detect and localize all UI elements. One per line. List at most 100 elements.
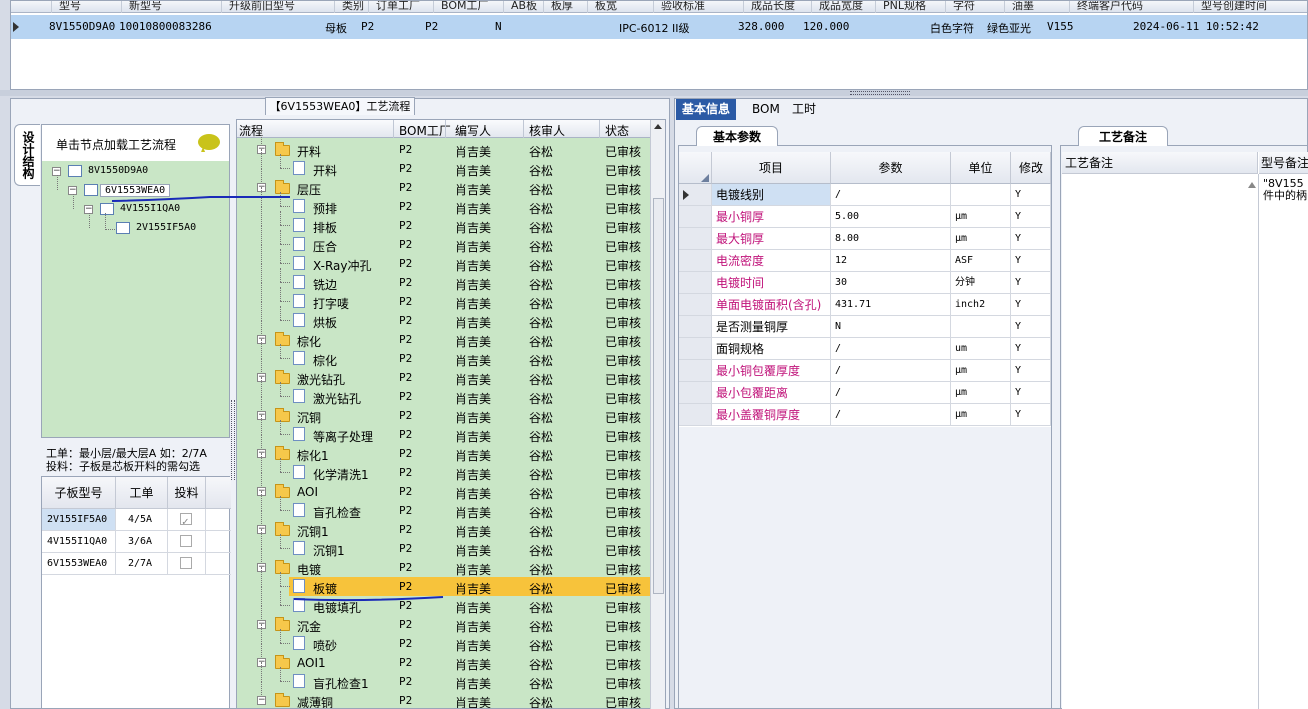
- process-row[interactable]: 激光钻孔 P2 肖吉美 谷松 已审核: [237, 368, 651, 387]
- param-unit: μm: [951, 228, 1011, 250]
- sub-row-feed-cell: [168, 553, 206, 575]
- tree-node-8V1550D9A0[interactable]: 8V1550D9A0: [88, 165, 148, 176]
- process-row[interactable]: 层压 P2 肖吉美 谷松 已审核: [237, 178, 651, 197]
- tree-connector: [261, 377, 262, 397]
- params-row[interactable]: 电镀时间 30 分钟 Y: [679, 272, 1051, 294]
- process-writer: 肖吉美: [455, 411, 492, 425]
- params-row[interactable]: 电镀线别 / Y: [679, 184, 1051, 206]
- sub-board-grid[interactable]: 子板型号工单投料 2V155IF5A04/5A4V155I1QA03/6A6V15…: [41, 476, 231, 709]
- process-row[interactable]: 棕化1 P2 肖吉美 谷松 已审核: [237, 444, 651, 463]
- tree-node-4V155I1QA0[interactable]: 4V155I1QA0: [120, 203, 180, 214]
- process-row[interactable]: AOI P2 肖吉美 谷松 已审核: [237, 482, 651, 501]
- scroll-thumb[interactable]: [653, 198, 664, 594]
- params-row[interactable]: 最小铜包覆厚度 / μm Y: [679, 360, 1051, 382]
- tree-connector: [280, 249, 281, 263]
- process-row[interactable]: 沉铜 P2 肖吉美 谷松 已审核: [237, 406, 651, 425]
- process-substep-name: 压合: [313, 240, 338, 254]
- tree-connector: [280, 472, 290, 473]
- tab-basic-params[interactable]: 基本参数: [696, 126, 778, 146]
- tree-connector: [261, 282, 262, 302]
- remark-grid[interactable]: 工艺备注 型号备注 "8V155 件中的柄: [1062, 152, 1308, 709]
- tree-connector: [280, 282, 290, 283]
- top-col-divider: [503, 1, 504, 13]
- process-row[interactable]: 电镀 P2 肖吉美 谷松 已审核: [237, 558, 651, 577]
- row-header: [679, 404, 712, 426]
- sub-row-order[interactable]: 2/7A: [116, 553, 168, 575]
- params-row[interactable]: 面铜规格 / um Y: [679, 338, 1051, 360]
- tab-basic-info[interactable]: 基本信息: [676, 99, 737, 120]
- sub-row-feed-cell: [168, 531, 206, 553]
- param-value[interactable]: 30: [831, 272, 951, 294]
- process-bom-factory: P2: [399, 371, 413, 384]
- params-grid[interactable]: 项目 参数 单位 修改 电镀线别 / Y 最小铜厚 5.00 μm Y 最大铜厚 8.00 μm Y 电流密度…: [679, 152, 1051, 427]
- scroll-up-icon[interactable]: [1248, 182, 1256, 188]
- folder-icon: [275, 484, 290, 498]
- process-expand-icon[interactable]: −: [257, 696, 266, 705]
- param-value[interactable]: /: [831, 184, 951, 206]
- process-status: 已审核: [605, 563, 642, 577]
- folder-icon: [275, 617, 290, 631]
- tree-connector: [261, 263, 262, 283]
- params-row[interactable]: 单面电镀面积(含孔) 431.71 inch2 Y: [679, 294, 1051, 316]
- param-value[interactable]: /: [831, 338, 951, 360]
- process-row[interactable]: 开料 P2 肖吉美 谷松 已审核: [237, 140, 651, 159]
- scroll-up-icon[interactable]: [654, 124, 662, 129]
- process-row[interactable]: AOI1 P2 肖吉美 谷松 已审核: [237, 653, 651, 672]
- folder-icon: [275, 142, 290, 156]
- params-row[interactable]: 电流密度 12 ASF Y: [679, 250, 1051, 272]
- sub-row-model[interactable]: 2V155IF5A0: [42, 509, 116, 531]
- sub-row-model[interactable]: 6V1553WEA0: [42, 553, 116, 575]
- process-substep-name: 铣边: [313, 278, 338, 292]
- params-row[interactable]: 最大铜厚 8.00 μm Y: [679, 228, 1051, 250]
- top-model-grid[interactable]: 型号 新型号 升级前旧型号 类别 订单工厂 BOM工厂 AB板 板厚 板宽 验收标准 成品长度 成品宽…: [10, 0, 1308, 90]
- top-grid-selected-row[interactable]: 8V1550D9A0 10010800083286 母板 P2 P2 N IPC…: [11, 15, 1307, 39]
- params-row[interactable]: 最小盖覆铜厚度 / μm Y: [679, 404, 1051, 426]
- params-row[interactable]: 是否测量铜厚 N Y: [679, 316, 1051, 338]
- feed-checkbox[interactable]: [180, 511, 192, 533]
- sub-row-order[interactable]: 4/5A: [116, 509, 168, 531]
- param-value[interactable]: /: [831, 404, 951, 426]
- tree-connector: [280, 643, 290, 644]
- feed-checkbox[interactable]: [180, 535, 192, 547]
- process-row[interactable]: 沉铜1 P2 肖吉美 谷松 已审核: [237, 520, 651, 539]
- tree-connector: [280, 420, 281, 434]
- process-col-divider: [445, 120, 446, 138]
- process-row[interactable]: 棕化 P2 肖吉美 谷松 已审核: [237, 330, 651, 349]
- param-value[interactable]: 8.00: [831, 228, 951, 250]
- process-row[interactable]: 沉金 P2 肖吉美 谷松 已审核: [237, 615, 651, 634]
- process-status: 已审核: [605, 240, 642, 254]
- process-row[interactable]: 板镀 P2 肖吉美 谷松 已审核: [289, 577, 651, 596]
- params-row[interactable]: 最小铜厚 5.00 μm Y: [679, 206, 1051, 228]
- tree-node-2V155IF5A0[interactable]: 2V155IF5A0: [136, 222, 196, 233]
- row-header: [679, 382, 712, 404]
- tab-design-structure[interactable]: 设计结构: [14, 124, 40, 186]
- process-writer: 肖吉美: [455, 183, 492, 197]
- process-row[interactable]: 减薄铜 P2 肖吉美 谷松 已审核: [237, 691, 651, 708]
- top-col-divider: [743, 1, 744, 13]
- process-grid[interactable]: 流程 BOM工厂 编写人 核审人 状态 开料 P2 肖吉美 谷松 已审核 − 开料 P2 肖吉美 谷松 已审…: [236, 119, 666, 709]
- top-col-header: 型号创建时间: [1201, 0, 1267, 12]
- param-value[interactable]: N: [831, 316, 951, 338]
- tab-worktime[interactable]: 工时: [786, 99, 822, 120]
- param-value[interactable]: /: [831, 382, 951, 404]
- process-step-name: 沉金: [297, 620, 322, 634]
- sub-row-order[interactable]: 3/6A: [116, 531, 168, 553]
- params-row[interactable]: 最小包覆距离 / μm Y: [679, 382, 1051, 404]
- sub-row-model[interactable]: 4V155I1QA0: [42, 531, 116, 553]
- process-bom-factory: P2: [399, 162, 413, 175]
- process-scrollbar[interactable]: [650, 120, 665, 709]
- tab-bom[interactable]: BOM: [746, 99, 786, 120]
- tab-process-remark[interactable]: 工艺备注: [1078, 126, 1168, 146]
- param-value[interactable]: /: [831, 360, 951, 382]
- param-value[interactable]: 431.71: [831, 294, 951, 316]
- horizontal-splitter[interactable]: [0, 90, 1308, 96]
- tree-node-6V1553WEA0[interactable]: 6V1553WEA0: [100, 184, 171, 197]
- feed-checkbox[interactable]: [180, 557, 192, 569]
- param-value[interactable]: 12: [831, 250, 951, 272]
- tree-connector: [261, 662, 262, 682]
- document-icon: [293, 503, 305, 517]
- left-splitter[interactable]: [231, 400, 235, 480]
- process-writer: 肖吉美: [455, 430, 492, 444]
- param-value[interactable]: 5.00: [831, 206, 951, 228]
- process-tab-title[interactable]: 【6V1553WEA0】工艺流程: [265, 97, 415, 115]
